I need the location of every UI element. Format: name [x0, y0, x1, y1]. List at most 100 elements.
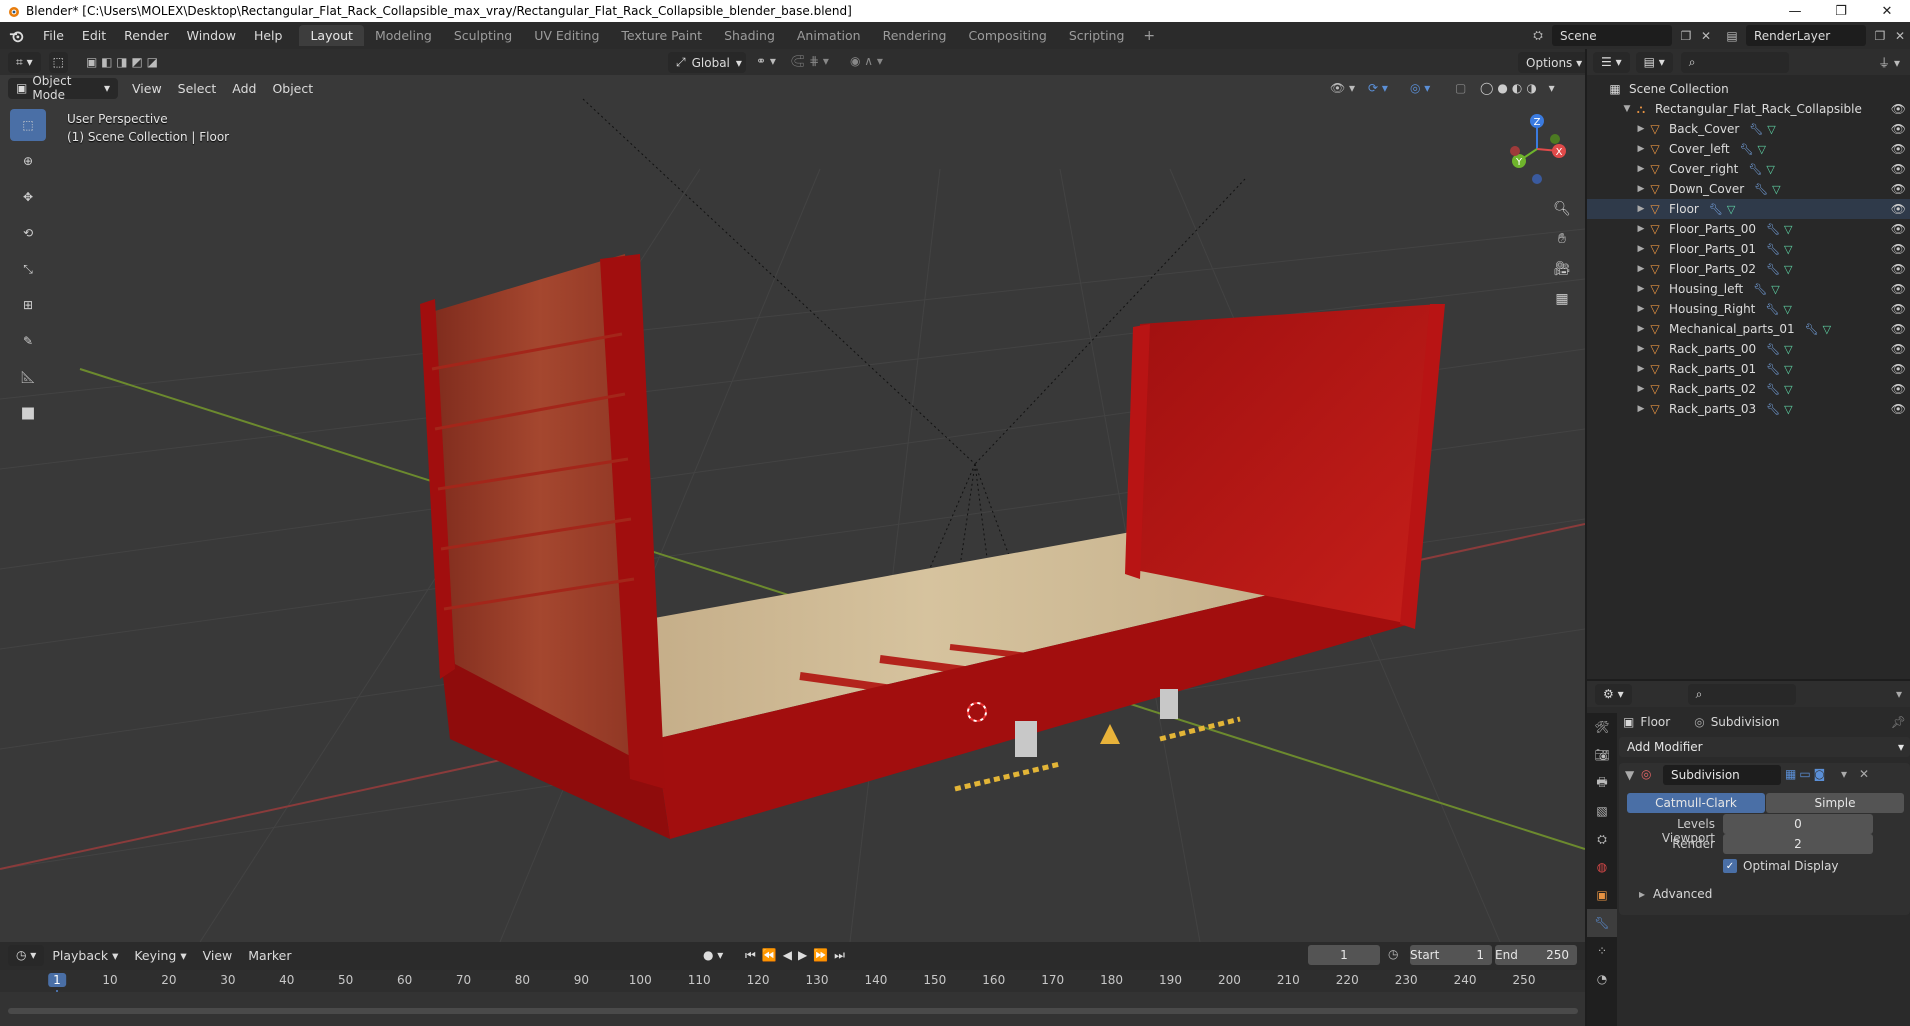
output-tab-icon[interactable]: 🖶︎: [1587, 769, 1617, 797]
outliner-object-row[interactable]: ▶ ▽ Cover_left 🔧︎▽ 👁︎: [1587, 139, 1910, 159]
timeline-menu-playback[interactable]: Playback ▾: [44, 948, 126, 963]
timeline-editor-type-icon[interactable]: ◷ ▾: [8, 944, 45, 966]
modifier-icons[interactable]: 🔧︎▽: [1766, 243, 1796, 256]
visibility-eye-icon[interactable]: 👁︎: [1891, 382, 1906, 396]
modifier-icons[interactable]: 🔧︎▽: [1740, 143, 1770, 156]
outliner-object-row[interactable]: ▶ ▽ Housing_Right 🔧︎▽ 👁︎: [1587, 299, 1910, 319]
view-layer-selector[interactable]: RenderLayer: [1746, 25, 1866, 46]
tab-layout[interactable]: Layout: [299, 25, 364, 46]
cursor-tool-icon[interactable]: ⊕: [10, 145, 46, 177]
outliner-object-row[interactable]: ▶ ▽ Rack_parts_02 🔧︎▽ 👁︎: [1587, 379, 1910, 399]
ortho-toggle-icon[interactable]: ▦: [1550, 287, 1574, 311]
outliner-object-row[interactable]: ▶ ▽ Floor_Parts_00 🔧︎▽ 👁︎: [1587, 219, 1910, 239]
scale-tool-icon[interactable]: ⤡: [10, 253, 46, 285]
expand-arrow-icon[interactable]: ▶: [1635, 304, 1647, 314]
modifier-icons[interactable]: 🔧︎▽: [1749, 123, 1779, 136]
expand-arrow-icon[interactable]: ▶: [1635, 344, 1647, 354]
expand-arrow-icon[interactable]: ▶: [1635, 144, 1647, 154]
expand-arrow-icon[interactable]: ▶: [1635, 384, 1647, 394]
options-dropdown[interactable]: Options ▾: [1518, 52, 1585, 73]
timeline-menu-view[interactable]: View: [195, 948, 241, 963]
visibility-eye-icon[interactable]: 👁︎: [1891, 342, 1906, 356]
tab-rendering[interactable]: Rendering: [872, 25, 958, 46]
world-tab-icon[interactable]: ◍: [1587, 853, 1617, 881]
object-tab-icon[interactable]: ▣: [1587, 881, 1617, 909]
visibility-eye-icon[interactable]: 👁︎: [1891, 322, 1906, 336]
optimal-display-checkbox[interactable]: ✓: [1723, 859, 1737, 873]
outliner-object-row[interactable]: ▶ ▽ Mechanical_parts_01 🔧︎▽ 👁︎: [1587, 319, 1910, 339]
visibility-eye-icon[interactable]: 👁︎: [1891, 102, 1906, 116]
visibility-eye-icon[interactable]: 👁︎: [1891, 122, 1906, 136]
delete-view-layer-icon[interactable]: ✕: [1890, 26, 1910, 45]
advanced-subpanel[interactable]: ▸ Advanced: [1639, 887, 1712, 901]
modifier-icons[interactable]: 🔧︎▽: [1766, 383, 1796, 396]
expand-arrow-icon[interactable]: ▶: [1635, 324, 1647, 334]
tab-scripting[interactable]: Scripting: [1058, 25, 1136, 46]
outliner-object-row[interactable]: ▶ ▽ Floor_Parts_02 🔧︎▽ 👁︎: [1587, 259, 1910, 279]
outliner-object-row[interactable]: ▶ ▽ Floor 🔧︎▽ 👁︎: [1587, 199, 1910, 219]
transform-orientation-dropdown[interactable]: ⤢ Global ▾: [668, 52, 746, 73]
expand-arrow-icon[interactable]: ▶: [1635, 364, 1647, 374]
timeline-scrollbar[interactable]: [8, 1008, 1578, 1014]
delete-scene-icon[interactable]: ✕: [1696, 26, 1716, 45]
select-tool-icon[interactable]: ⬚: [48, 51, 68, 73]
view-layer-tab-icon[interactable]: ▧: [1587, 797, 1617, 825]
visibility-eye-icon[interactable]: 👁︎: [1891, 362, 1906, 376]
physics-tab-icon[interactable]: ◔: [1587, 965, 1617, 993]
modifier-icons[interactable]: 🔧︎▽: [1766, 403, 1796, 416]
tab-modeling[interactable]: Modeling: [364, 25, 443, 46]
outliner-object-row[interactable]: ▶ ▽ Housing_left 🔧︎▽ 👁︎: [1587, 279, 1910, 299]
modifier-icons[interactable]: 🔧︎▽: [1748, 163, 1778, 176]
collapse-arrow-icon[interactable]: ▼: [1625, 768, 1634, 782]
tab-animation[interactable]: Animation: [786, 25, 872, 46]
overlay-toggle-icon[interactable]: ◎ ▾: [1410, 81, 1430, 95]
camera-view-icon[interactable]: 🎥︎: [1550, 257, 1574, 281]
menu-render[interactable]: Render: [115, 22, 178, 49]
render-levels-field[interactable]: 2: [1723, 834, 1873, 854]
modifier-icons[interactable]: 🔧︎▽: [1753, 283, 1783, 296]
3d-viewport[interactable]: ⌗ ▾ ⬚ ▣ ◧ ◨ ◩ ◪ ⤢ Global ▾ ⚭ ▾ 🧲︎ ⋕ ▾ ◉ ∧ …: [0, 49, 1585, 942]
tab-texture-paint[interactable]: Texture Paint: [610, 25, 713, 46]
start-frame-field[interactable]: Start 1: [1410, 945, 1492, 965]
visibility-eye-icon[interactable]: 👁︎: [1891, 402, 1906, 416]
end-frame-field[interactable]: End 250: [1495, 945, 1577, 965]
expand-arrow-icon[interactable]: ▶: [1635, 224, 1647, 234]
scene-selector[interactable]: Scene: [1552, 25, 1672, 46]
modifier-icons[interactable]: 🔧︎▽: [1766, 343, 1796, 356]
expand-arrow-icon[interactable]: ▶: [1635, 404, 1647, 414]
frame-ruler[interactable]: 1 10 20 30 40 50 60 70 80 90 100 110 120 130 140 150 160…: [0, 970, 1585, 1026]
optimal-display-row[interactable]: ✓ Optimal Display: [1723, 859, 1839, 873]
close-button[interactable]: ✕: [1864, 0, 1910, 22]
selection-mode-icons[interactable]: ▣ ◧ ◨ ◩ ◪: [86, 55, 158, 69]
modifier-icons[interactable]: 🔧︎▽: [1709, 203, 1739, 216]
filter-icon[interactable]: ⏚ ▾: [1878, 54, 1900, 71]
annotate-tool-icon[interactable]: ✎: [10, 325, 46, 357]
modifier-icons[interactable]: 🔧︎▽: [1805, 323, 1835, 336]
visibility-eye-icon[interactable]: 👁︎: [1891, 202, 1906, 216]
rotate-tool-icon[interactable]: ⟲: [10, 217, 46, 249]
tab-sculpting[interactable]: Sculpting: [443, 25, 523, 46]
tab-compositing[interactable]: Compositing: [957, 25, 1057, 46]
expand-arrow-icon[interactable]: ▶: [1635, 284, 1647, 294]
remove-modifier-icon[interactable]: ✕: [1859, 767, 1869, 781]
tool-tab-icon[interactable]: 🛠︎: [1587, 713, 1617, 741]
levels-viewport-field[interactable]: 0: [1723, 814, 1873, 834]
expand-arrow-icon[interactable]: ▶: [1635, 264, 1647, 274]
object-mode-dropdown[interactable]: ▣ Object Mode ▾: [8, 74, 118, 102]
timeline-body[interactable]: [0, 992, 1585, 1026]
modifier-visibility-icons[interactable]: ▦▭◙: [1785, 767, 1828, 781]
visibility-eye-icon[interactable]: 👁︎: [1891, 182, 1906, 196]
viewport-menu-object[interactable]: Object: [264, 81, 321, 96]
visibility-eye-icon[interactable]: 👁︎: [1891, 242, 1906, 256]
new-scene-icon[interactable]: ❐: [1676, 26, 1696, 45]
measure-tool-icon[interactable]: 📐︎: [10, 361, 46, 393]
modifier-dropdown-icon[interactable]: ▾: [1841, 767, 1847, 781]
scene-tab-icon[interactable]: ⛭: [1587, 825, 1617, 853]
tab-shading[interactable]: Shading: [713, 25, 786, 46]
menu-file[interactable]: File: [34, 22, 73, 49]
blender-menu-icon[interactable]: [0, 22, 34, 49]
outliner-object-row[interactable]: ▶ ▽ Rack_parts_01 🔧︎▽ 👁︎: [1587, 359, 1910, 379]
expand-arrow-icon[interactable]: ▼: [1621, 104, 1633, 114]
transform-tool-icon[interactable]: ⊞: [10, 289, 46, 321]
scene-icon[interactable]: ⛭: [1528, 26, 1548, 45]
